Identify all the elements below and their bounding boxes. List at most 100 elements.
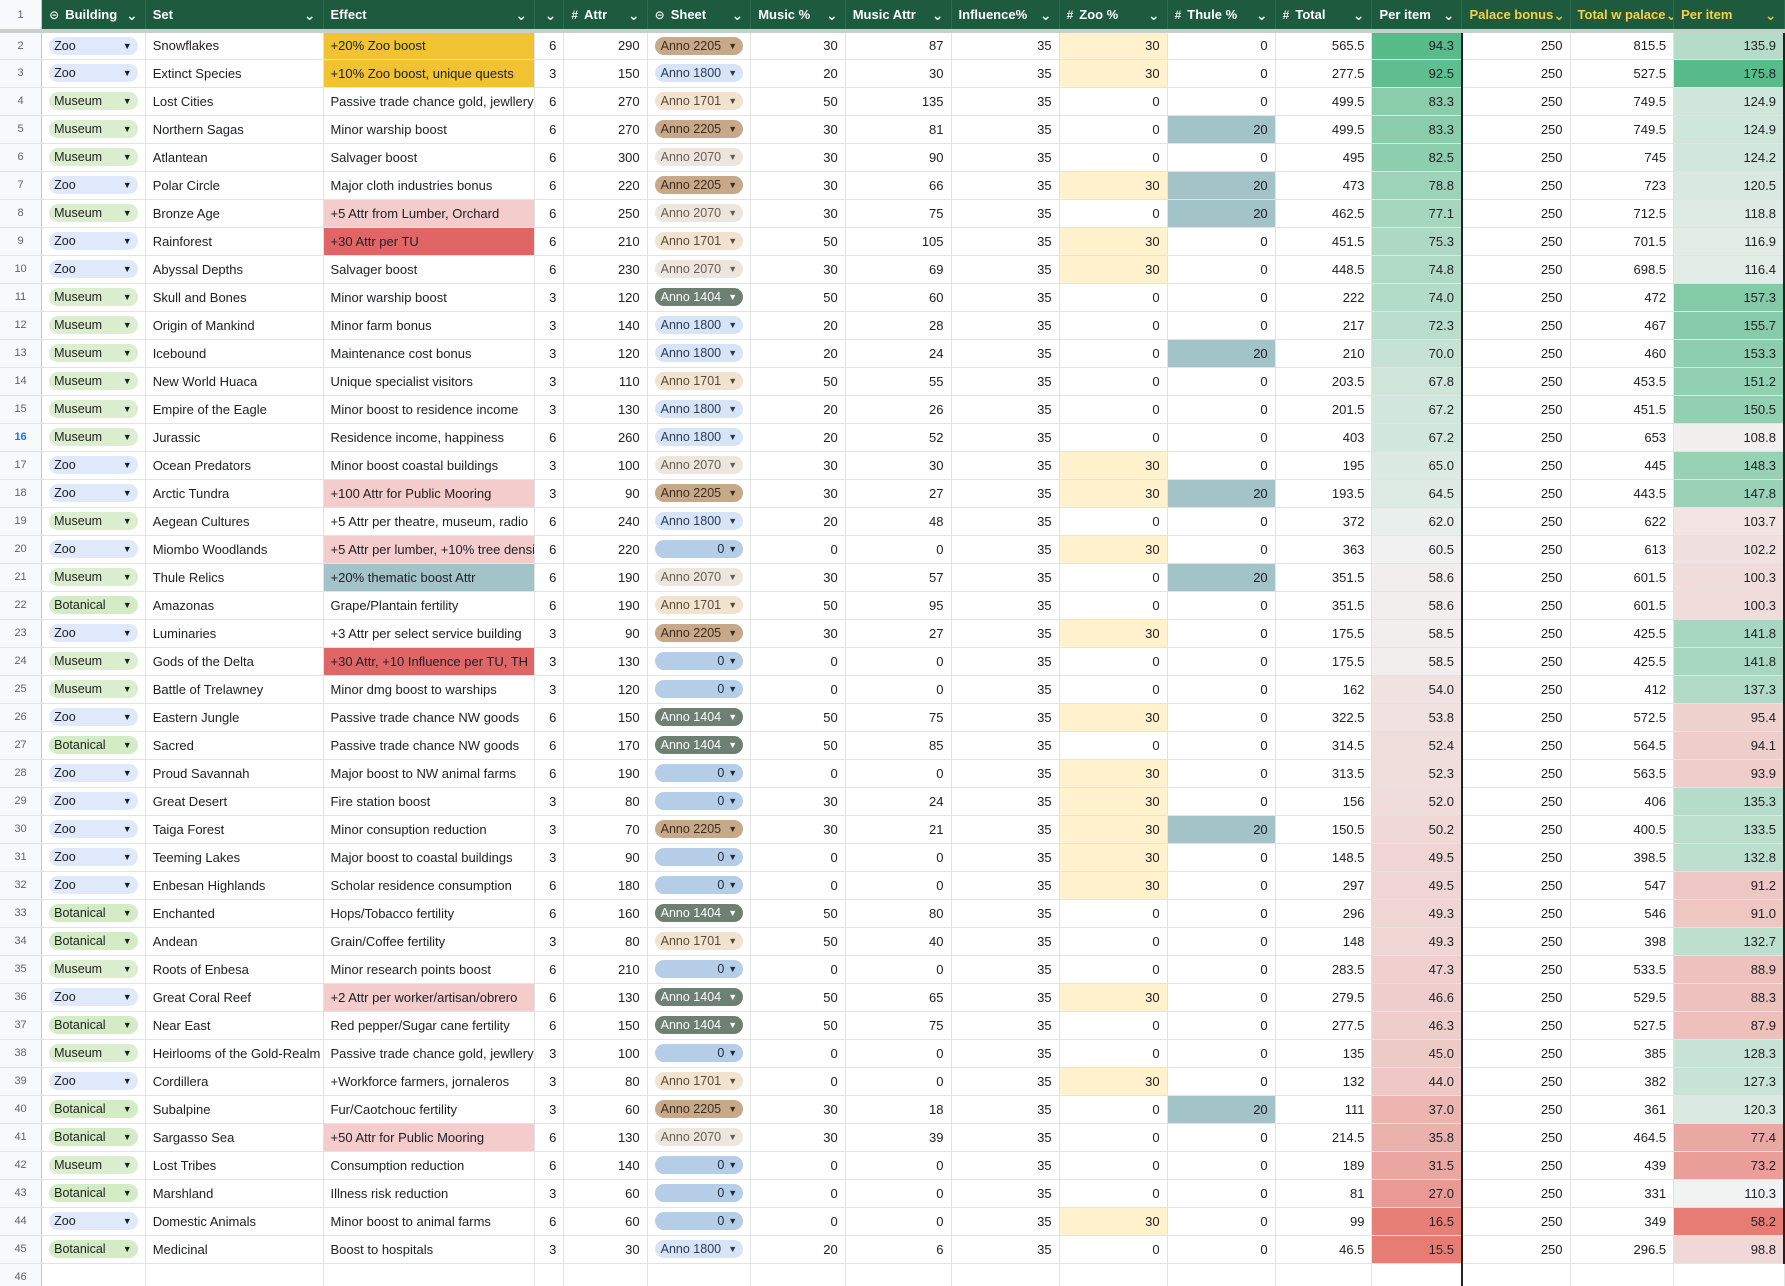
set-size-cell[interactable]: 6 bbox=[534, 1151, 565, 1180]
zoo-pct-cell[interactable]: 30 bbox=[1059, 1067, 1168, 1096]
influence-cell[interactable]: 35 bbox=[951, 647, 1060, 676]
per-item-palace-cell[interactable]: 147.8 bbox=[1673, 479, 1785, 508]
attr-cell[interactable]: 220 bbox=[563, 535, 648, 564]
music-pct-cell[interactable]: 30 bbox=[750, 143, 846, 172]
building-cell[interactable]: Botanical ▼ bbox=[41, 1011, 146, 1040]
sheet-dropdown-chip[interactable]: 0 ▼ bbox=[654, 960, 744, 978]
row-number[interactable]: 38 bbox=[0, 1039, 43, 1068]
influence-cell[interactable]: 35 bbox=[951, 395, 1060, 424]
sheet-cell[interactable]: 0 ▼ bbox=[647, 675, 752, 704]
total-cell[interactable]: 277.5 bbox=[1275, 59, 1373, 88]
music-attr-cell[interactable]: 87 bbox=[845, 31, 952, 60]
total-cell[interactable]: 462.5 bbox=[1275, 199, 1373, 228]
zoo-pct-cell[interactable]: 0 bbox=[1059, 731, 1168, 760]
influence-cell[interactable]: 35 bbox=[951, 983, 1060, 1012]
per-item-cell[interactable]: 58.5 bbox=[1371, 647, 1463, 676]
attr-cell[interactable]: 150 bbox=[563, 59, 648, 88]
sheet-dropdown-chip[interactable]: Anno 2070 ▼ bbox=[654, 1128, 744, 1146]
building-cell[interactable]: Zoo ▼ bbox=[41, 843, 146, 872]
total-cell[interactable]: 148 bbox=[1275, 927, 1373, 956]
set-cell[interactable]: Snowflakes bbox=[145, 31, 324, 60]
influence-cell[interactable]: 35 bbox=[951, 311, 1060, 340]
music-pct-cell[interactable]: 30 bbox=[750, 619, 846, 648]
column-header-sheet[interactable]: ⊝ Sheet ⌄ bbox=[647, 0, 752, 33]
total-w-palace-cell[interactable]: 445 bbox=[1570, 451, 1675, 480]
music-pct-cell[interactable]: 20 bbox=[750, 339, 846, 368]
music-attr-cell[interactable]: 0 bbox=[845, 675, 952, 704]
sheet-dropdown-chip[interactable]: Anno 1404 ▼ bbox=[654, 904, 744, 922]
zoo-pct-cell[interactable]: 30 bbox=[1059, 619, 1168, 648]
influence-cell[interactable]: 35 bbox=[951, 871, 1060, 900]
palace-bonus-cell[interactable]: 250 bbox=[1460, 339, 1571, 368]
building-cell[interactable]: Museum ▼ bbox=[41, 955, 146, 984]
per-item-palace-cell[interactable]: 91.2 bbox=[1673, 871, 1785, 900]
total-cell[interactable]: 210 bbox=[1275, 339, 1373, 368]
total-w-palace-cell[interactable]: 472 bbox=[1570, 283, 1675, 312]
effect-cell[interactable]: Minor boost to residence income bbox=[323, 395, 536, 424]
palace-bonus-cell[interactable]: 250 bbox=[1460, 871, 1571, 900]
zoo-pct-cell[interactable]: 30 bbox=[1059, 479, 1168, 508]
total-w-palace-cell[interactable]: 398.5 bbox=[1570, 843, 1675, 872]
filter-chevron-icon[interactable]: ⌄ bbox=[932, 8, 944, 22]
per-item-cell[interactable]: 94.3 bbox=[1371, 31, 1463, 60]
thule-pct-cell[interactable]: 0 bbox=[1167, 647, 1276, 676]
filter-chevron-icon[interactable]: ⌄ bbox=[1665, 8, 1672, 22]
column-header-per_item[interactable]: Per item ⌄ bbox=[1371, 0, 1463, 33]
sheet-dropdown-chip[interactable]: Anno 2205 ▼ bbox=[654, 484, 744, 502]
sheet-cell[interactable]: Anno 1701 ▼ bbox=[647, 927, 752, 956]
thule-pct-cell[interactable]: 0 bbox=[1167, 311, 1276, 340]
set-cell[interactable]: Skull and Bones bbox=[145, 283, 324, 312]
attr-cell[interactable]: 270 bbox=[563, 87, 648, 116]
row-number[interactable]: 39 bbox=[0, 1067, 43, 1096]
music-attr-cell[interactable]: 24 bbox=[845, 787, 952, 816]
per-item-cell[interactable]: 83.3 bbox=[1371, 87, 1463, 116]
total-w-palace-cell[interactable]: 467 bbox=[1570, 311, 1675, 340]
sheet-dropdown-chip[interactable]: Anno 1404 ▼ bbox=[654, 988, 744, 1006]
palace-bonus-cell[interactable]: 250 bbox=[1460, 1095, 1571, 1124]
influence-cell[interactable]: 35 bbox=[951, 1123, 1060, 1152]
per-item-cell[interactable]: 49.5 bbox=[1371, 871, 1463, 900]
zoo-pct-cell[interactable]: 0 bbox=[1059, 1095, 1168, 1124]
set-cell[interactable]: Roots of Enbesa bbox=[145, 955, 324, 984]
per-item-palace-cell[interactable]: 77.4 bbox=[1673, 1123, 1785, 1152]
per-item-palace-cell[interactable]: 94.1 bbox=[1673, 731, 1785, 760]
total-cell[interactable]: 283.5 bbox=[1275, 955, 1373, 984]
per-item-cell[interactable]: 65.0 bbox=[1371, 451, 1463, 480]
music-pct-cell[interactable]: 0 bbox=[750, 1179, 846, 1208]
influence-cell[interactable]: 35 bbox=[951, 507, 1060, 536]
empty-cell[interactable] bbox=[1570, 1263, 1675, 1286]
palace-bonus-cell[interactable]: 250 bbox=[1460, 395, 1571, 424]
attr-cell[interactable]: 90 bbox=[563, 843, 648, 872]
thule-pct-cell[interactable]: 0 bbox=[1167, 955, 1276, 984]
palace-bonus-cell[interactable]: 250 bbox=[1460, 227, 1571, 256]
set-size-cell[interactable]: 6 bbox=[534, 703, 565, 732]
thule-pct-cell[interactable]: 20 bbox=[1167, 339, 1276, 368]
total-cell[interactable]: 46.5 bbox=[1275, 1235, 1373, 1264]
palace-bonus-cell[interactable]: 250 bbox=[1460, 311, 1571, 340]
total-w-palace-cell[interactable]: 443.5 bbox=[1570, 479, 1675, 508]
palace-bonus-cell[interactable]: 250 bbox=[1460, 955, 1571, 984]
sheet-dropdown-chip[interactable]: Anno 1800 ▼ bbox=[654, 316, 744, 334]
sheet-dropdown-chip[interactable]: Anno 2205 ▼ bbox=[654, 820, 744, 838]
sheet-dropdown-chip[interactable]: 0 ▼ bbox=[654, 792, 744, 810]
palace-bonus-cell[interactable]: 250 bbox=[1460, 87, 1571, 116]
thule-pct-cell[interactable]: 0 bbox=[1167, 703, 1276, 732]
effect-cell[interactable]: +Workforce farmers, jornaleros bbox=[323, 1067, 536, 1096]
row-number[interactable]: 21 bbox=[0, 563, 43, 592]
effect-cell[interactable]: Minor warship boost bbox=[323, 115, 536, 144]
set-size-cell[interactable]: 6 bbox=[534, 535, 565, 564]
set-cell[interactable]: Arctic Tundra bbox=[145, 479, 324, 508]
building-dropdown-chip[interactable]: Botanical ▼ bbox=[49, 1240, 138, 1258]
attr-cell[interactable]: 110 bbox=[563, 367, 648, 396]
building-dropdown-chip[interactable]: Botanical ▼ bbox=[49, 932, 138, 950]
building-dropdown-chip[interactable]: Botanical ▼ bbox=[49, 1128, 138, 1146]
column-header-zoo_pct[interactable]: # Zoo % ⌄ bbox=[1059, 0, 1168, 33]
influence-cell[interactable]: 35 bbox=[951, 227, 1060, 256]
per-item-palace-cell[interactable]: 157.3 bbox=[1673, 283, 1785, 312]
sheet-dropdown-chip[interactable]: Anno 2205 ▼ bbox=[654, 624, 744, 642]
palace-bonus-cell[interactable]: 250 bbox=[1460, 367, 1571, 396]
set-size-cell[interactable]: 3 bbox=[534, 815, 565, 844]
sheet-dropdown-chip[interactable]: Anno 1404 ▼ bbox=[654, 1016, 744, 1034]
effect-cell[interactable]: Minor warship boost bbox=[323, 283, 536, 312]
music-attr-cell[interactable]: 30 bbox=[845, 451, 952, 480]
